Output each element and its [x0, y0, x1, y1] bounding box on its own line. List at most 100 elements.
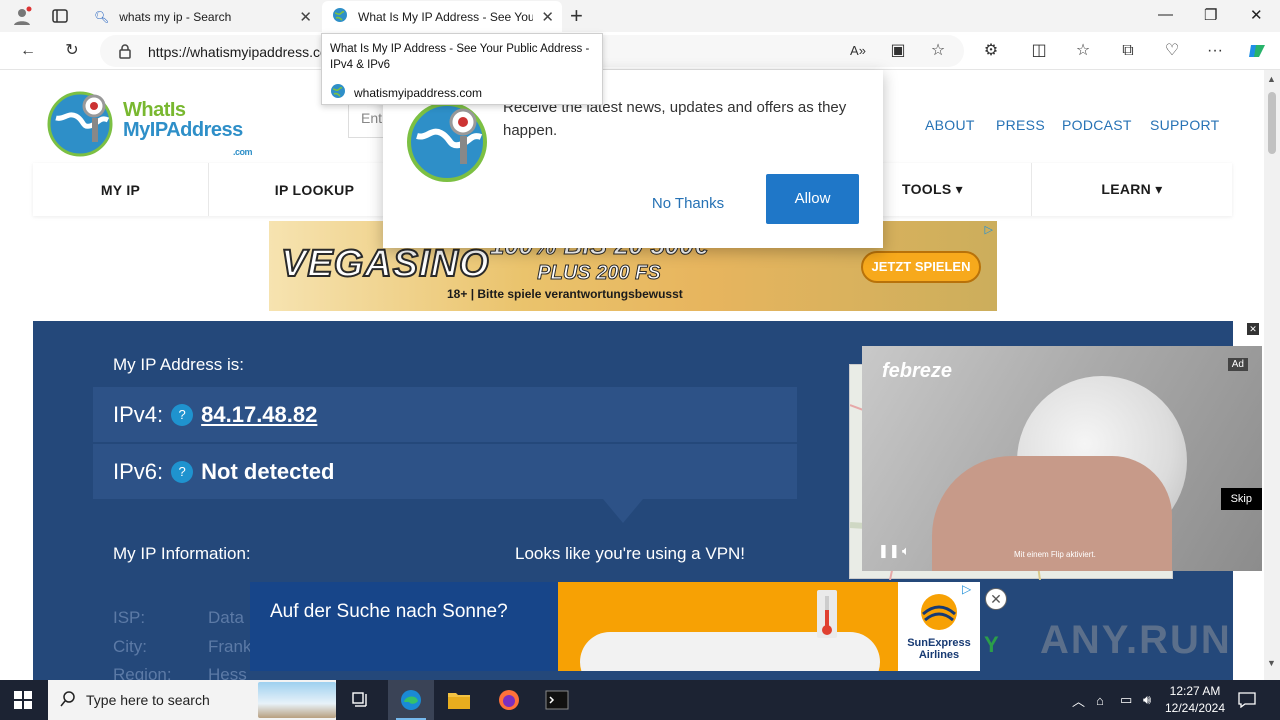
terminal-icon[interactable] — [534, 680, 580, 720]
scroll-down-icon[interactable]: ▼ — [1267, 658, 1276, 668]
browser-toolbar: ← ↻ https://whatismyipaddress.co A» ▣ ☆ … — [0, 32, 1280, 70]
taskbar-search[interactable]: Type here to search — [48, 680, 336, 720]
city-value: Frank — [208, 637, 252, 656]
tab-whatismyip[interactable]: What Is My IP Address - See Your ✕ — [322, 1, 562, 32]
file-explorer-icon[interactable] — [436, 680, 482, 720]
windows-start-icon[interactable] — [14, 691, 32, 714]
firefox-icon[interactable] — [486, 680, 532, 720]
nav-my-ip[interactable]: MY IP — [33, 163, 209, 216]
collections-icon[interactable]: ⧉ — [1118, 41, 1138, 61]
site-logo[interactable]: WhatIs MyIPAddress .com — [47, 88, 260, 158]
isp-row: ISP: Data — [113, 608, 244, 628]
region-label: Region: — [113, 665, 172, 680]
clock-time: 12:27 AM — [1169, 684, 1221, 698]
nav-learn[interactable]: LEARN ▾ — [1032, 163, 1232, 216]
skip-ad-button[interactable]: Skip — [1220, 488, 1262, 510]
globe-logo-icon — [407, 102, 487, 182]
sunexpress-ad[interactable]: Auf der Suche nach Sonne? SunExpress Air… — [250, 582, 980, 671]
tab-actions-icon[interactable] — [52, 8, 68, 24]
pause-icon[interactable]: ❚❚ — [878, 543, 900, 559]
nav-support[interactable]: SUPPORT — [1150, 117, 1220, 133]
ad-text: Auf der Suche nach Sonne? — [250, 582, 558, 671]
copilot-icon[interactable] — [1247, 41, 1267, 61]
allow-button[interactable]: Allow — [766, 174, 859, 224]
ad-choices-icon[interactable]: ▷ — [985, 223, 993, 236]
page-scrollbar[interactable]: ▲ ▼ — [1264, 70, 1280, 680]
logo-line1: WhatIs — [123, 99, 186, 121]
ipv6-label: IPv6: — [113, 458, 164, 484]
network-icon[interactable]: ▭ — [1120, 680, 1132, 720]
split-screen-icon[interactable]: ◫ — [1029, 41, 1049, 61]
tab-search[interactable]: 🔍︎ whats my ip - Search ✕ — [86, 1, 320, 32]
brand-line1: SunExpress — [907, 637, 971, 649]
isp-value: Data — [208, 608, 244, 627]
clock-date: 12/24/2024 — [1164, 701, 1226, 715]
logo-line2: MyIPAddress — [123, 119, 243, 141]
nav-about[interactable]: ABOUT — [925, 117, 975, 133]
system-clock[interactable]: 12:27 AM 12/24/2024 — [1164, 683, 1226, 717]
notification-center-icon[interactable] — [1238, 680, 1256, 720]
close-ad-icon[interactable]: ✕ — [1247, 323, 1259, 335]
no-thanks-button[interactable]: No Thanks — [633, 188, 743, 220]
extensions-icon[interactable]: ⚙ — [981, 41, 1001, 61]
tab-bar: 🔍︎ whats my ip - Search ✕ What Is My IP … — [0, 0, 1280, 32]
ipv4-value[interactable]: 84.17.48.82 — [201, 402, 317, 428]
show-hidden-icons[interactable]: ︿ — [1072, 680, 1085, 720]
lock-icon[interactable] — [118, 43, 132, 64]
favorites-icon[interactable]: ☆ — [1073, 41, 1093, 61]
region-row: Region: Hess — [113, 665, 247, 680]
site-search-input[interactable]: Ent — [348, 100, 388, 138]
immersive-reader-icon[interactable]: ▣ — [888, 41, 908, 61]
meet-now-icon[interactable]: ⌂ — [1096, 680, 1104, 720]
ad-feedback-icon[interactable]: Y — [984, 632, 999, 658]
tab-title: whats my ip - Search — [119, 9, 232, 24]
ipv6-value: Not detected — [201, 458, 335, 484]
tooltip-domain: whatismyipaddress.com — [354, 85, 483, 100]
close-tab-icon[interactable]: ✕ — [541, 8, 554, 26]
new-tab-button[interactable]: + — [570, 3, 583, 29]
city-row: City: Frank — [113, 637, 251, 657]
scroll-thumb[interactable] — [1268, 92, 1276, 154]
search-highlight-image — [258, 682, 336, 718]
vpn-notice: Looks like you're using a VPN! — [515, 544, 746, 563]
globe-icon — [330, 83, 346, 102]
volume-icon[interactable]: 🔊︎ — [1143, 680, 1151, 720]
mute-icon[interactable]: 🔈︎ — [902, 543, 910, 559]
more-menu-icon[interactable]: ··· — [1205, 41, 1225, 61]
close-tab-icon[interactable]: ✕ — [299, 8, 312, 26]
ip-info-heading: My IP Information: — [113, 544, 251, 563]
restore-icon[interactable]: ❐ — [1204, 6, 1217, 24]
globe-logo-icon — [47, 91, 113, 157]
edge-taskbar-icon[interactable] — [388, 680, 434, 720]
taskbar-search-placeholder: Type here to search — [86, 692, 210, 708]
nav-podcast[interactable]: PODCAST — [1062, 117, 1132, 133]
favorite-star-icon[interactable]: ☆ — [928, 41, 948, 61]
ad-headline-line2: PLUS 200 FS — [537, 262, 661, 285]
febreze-video-ad[interactable]: febreze Ad ❚❚ 🔈︎ Mit einem Flip aktivier… — [862, 346, 1262, 571]
tab-tooltip: What Is My IP Address - See Your Public … — [321, 33, 603, 105]
close-ad-button[interactable]: ✕ — [985, 588, 1007, 610]
back-icon[interactable]: ← — [18, 41, 38, 61]
task-view-icon[interactable] — [338, 680, 384, 720]
profile-icon[interactable] — [12, 6, 32, 26]
read-aloud-icon[interactable]: A» — [848, 41, 868, 61]
thermometer-icon — [817, 590, 837, 638]
minimize-icon[interactable]: — — [1158, 6, 1173, 23]
ad-cta-button[interactable]: JETZT SPIELEN — [861, 251, 981, 283]
ipv6-row: IPv6: ? Not detected — [93, 444, 797, 499]
close-window-icon[interactable]: ✕ — [1250, 6, 1263, 24]
help-icon[interactable]: ? — [171, 460, 194, 483]
help-icon[interactable]: ? — [171, 403, 194, 426]
ad-choices-icon[interactable]: ▷ — [962, 582, 971, 596]
scroll-up-icon[interactable]: ▲ — [1267, 74, 1276, 84]
region-value: Hess — [208, 665, 247, 680]
browser-essentials-icon[interactable]: ♡ — [1162, 41, 1182, 61]
globe-icon — [332, 7, 348, 26]
windows-taskbar: Type here to search ︿ ⌂ ▭ 🔊︎ 12:27 AM 12… — [0, 680, 1280, 720]
nav-press[interactable]: PRESS — [996, 117, 1045, 133]
refresh-icon[interactable]: ↻ — [62, 41, 82, 61]
logo-wordmark: WhatIs MyIPAddress .com — [123, 99, 253, 157]
sunexpress-sun-icon — [921, 594, 957, 630]
watermark-text: ANY.RUN — [1040, 618, 1232, 662]
search-icon: 🔍︎ — [94, 9, 110, 24]
